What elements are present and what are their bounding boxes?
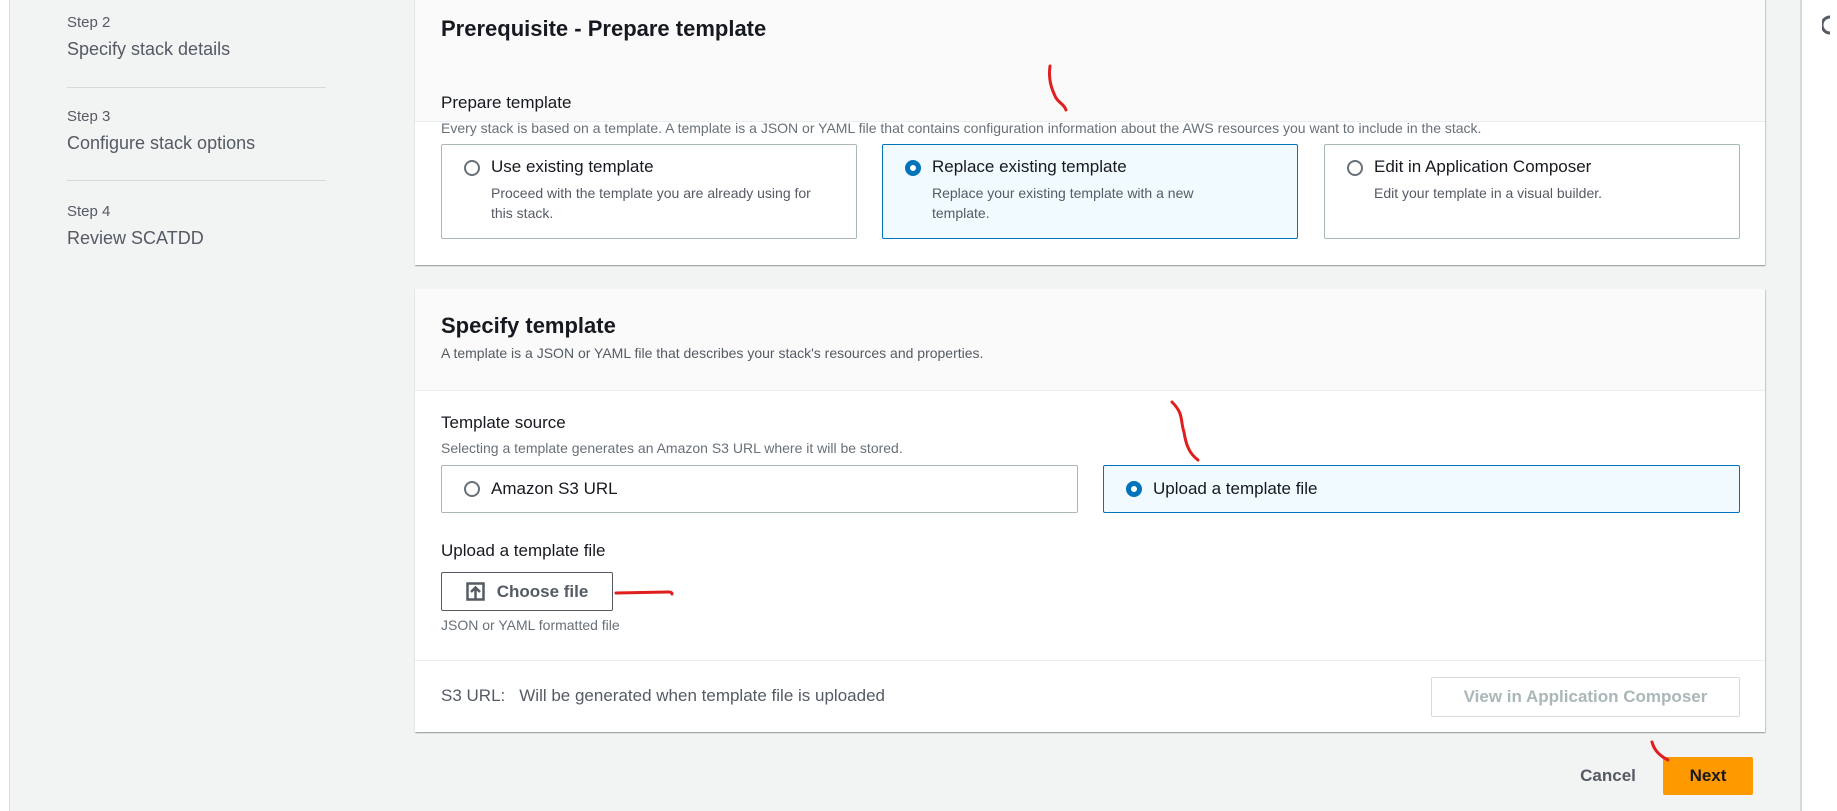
- field-description: Every stack is based on a template. A te…: [441, 120, 1482, 136]
- step-number: Step 3: [67, 108, 111, 125]
- field-label: Prepare template: [441, 93, 572, 112]
- left-edge: [0, 0, 10, 811]
- step-number: Step 4: [67, 203, 111, 220]
- s3-url-row: S3 URL: Will be generated when template f…: [441, 686, 885, 706]
- s3-url-label: S3 URL:: [441, 686, 506, 705]
- choose-file-button[interactable]: Choose file: [441, 572, 613, 611]
- radio-button-selected[interactable]: [905, 160, 921, 176]
- view-in-composer-button[interactable]: View in Application Composer: [1431, 677, 1740, 717]
- panel-title: Prerequisite - Prepare template: [441, 16, 767, 41]
- right-edge: [1800, 0, 1837, 811]
- specify-template-panel: Specify template A template is a JSON or…: [415, 289, 1765, 732]
- radio-button-selected[interactable]: [1126, 481, 1142, 497]
- field-description: Selecting a template generates an Amazon…: [441, 440, 903, 456]
- choose-file-label: Choose file: [496, 581, 589, 601]
- divider: [67, 180, 326, 181]
- step-title[interactable]: Specify stack details: [67, 39, 326, 60]
- next-button[interactable]: Next: [1663, 757, 1753, 795]
- option-use-existing[interactable]: Use existing template Proceed with the t…: [441, 144, 857, 239]
- radio-button[interactable]: [1347, 160, 1363, 176]
- step-2[interactable]: Step 2 Specify stack details: [67, 14, 326, 60]
- field-label: Template source: [441, 413, 566, 432]
- settings-icon[interactable]: [1822, 15, 1836, 35]
- cancel-button[interactable]: Cancel: [1568, 757, 1648, 795]
- divider: [67, 87, 326, 88]
- source-upload-file[interactable]: Upload a template file: [1103, 465, 1740, 513]
- option-title: Amazon S3 URL: [491, 479, 618, 498]
- panel-header: Prerequisite - Prepare template: [415, 0, 1765, 122]
- step-title[interactable]: Review SCATDD: [67, 228, 326, 249]
- option-title: Replace existing template: [932, 157, 1127, 176]
- option-title: Edit in Application Composer: [1374, 157, 1592, 176]
- panel-description: A template is a JSON or YAML file that d…: [441, 345, 984, 361]
- option-description: Proceed with the template you are alread…: [491, 185, 811, 221]
- step-4[interactable]: Step 4 Review SCATDD: [67, 203, 326, 249]
- option-edit-composer[interactable]: Edit in Application Composer Edit your t…: [1324, 144, 1740, 239]
- panel-title: Specify template: [441, 313, 616, 338]
- source-s3-url[interactable]: Amazon S3 URL: [441, 465, 1078, 513]
- step-number: Step 2: [67, 14, 111, 31]
- step-3[interactable]: Step 3 Configure stack options: [67, 108, 326, 154]
- radio-button[interactable]: [464, 481, 480, 497]
- option-replace-existing[interactable]: Replace existing template Replace your e…: [882, 144, 1298, 239]
- upload-hint: JSON or YAML formatted file: [441, 617, 620, 633]
- option-description: Replace your existing template with a ne…: [932, 185, 1194, 221]
- option-title: Upload a template file: [1153, 479, 1318, 498]
- s3-url-value: Will be generated when template file is …: [519, 686, 885, 705]
- divider: [415, 660, 1765, 661]
- radio-button[interactable]: [464, 160, 480, 176]
- step-title[interactable]: Configure stack options: [67, 133, 326, 154]
- option-title: Use existing template: [491, 157, 654, 176]
- panel-header: Specify template A template is a JSON or…: [415, 289, 1765, 391]
- field-label: Upload a template file: [441, 541, 606, 560]
- wizard-steps: Step 2 Specify stack details Step 3 Config…: [10, 0, 415, 811]
- option-description: Edit your template in a visual builder.: [1374, 185, 1603, 201]
- upload-icon: [465, 582, 485, 601]
- prerequisite-panel: Prerequisite - Prepare template Prepare …: [415, 0, 1765, 265]
